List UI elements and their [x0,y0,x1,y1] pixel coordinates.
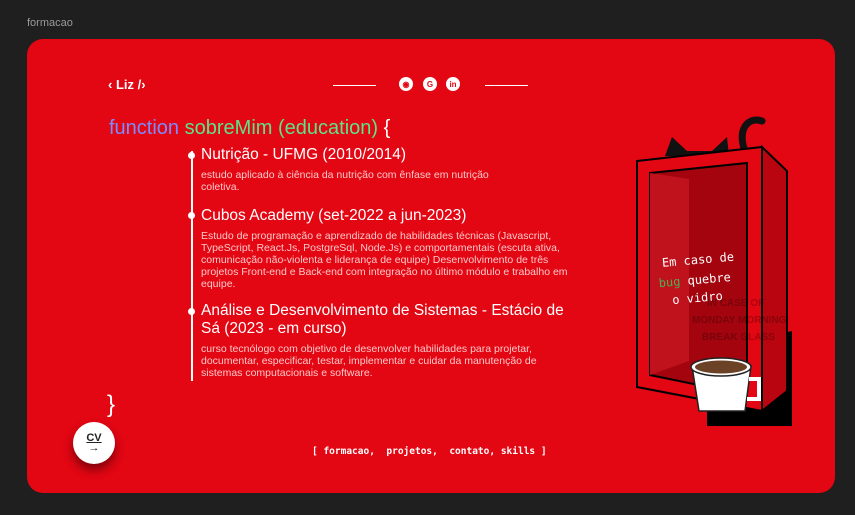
nav-contato[interactable]: contato [449,446,489,457]
bracket: ] [535,446,547,457]
divider [333,85,376,86]
nav-projetos[interactable]: projetos [386,446,432,457]
window-title: formacao [27,17,73,29]
cv-button[interactable]: CV → [73,422,115,464]
emergency-glass-box-illustration: IN CASE OF MONDAY MORNING BREAK GLASS Em… [636,116,792,426]
education-title: Nutrição - UFMG (2010/2014) [201,146,407,163]
education-description: Estudo de programação e aprendizado de h… [201,230,568,290]
bracket: [ [312,446,324,457]
education-description: curso tecnólogo com objetivo de desenvol… [201,343,537,379]
timeline-dot [188,152,195,159]
function-name: sobreMim [184,117,273,139]
svg-text:BREAK GLASS: BREAK GLASS [702,332,775,343]
arrow-right-icon: → [88,442,100,454]
google-icon[interactable]: G [423,77,437,91]
education-title: Cubos Academy (set-2022 a jun-2023) [201,207,467,224]
education-title: Análise e Desenvolvimento de Sistemas - … [201,302,564,337]
education-item: Análise e Desenvolvimento de Sistemas - … [201,302,581,379]
divider [485,85,528,86]
section-nav: [ formacao, projetos, contato, skills ] [312,446,547,457]
keyword: function [109,117,180,139]
timeline [191,151,193,381]
education-item: Cubos Academy (set-2022 a jun-2023) Estu… [201,207,581,290]
function-param: (education) [277,117,379,139]
close-brace: } [107,391,116,418]
svg-text:MONDAY MORNING: MONDAY MORNING [692,315,787,326]
linkedin-icon[interactable]: in [446,77,460,91]
page-title: function sobreMim (education) { [109,117,390,140]
logo[interactable]: ‹ Liz /› [108,77,146,92]
github-icon[interactable]: ◉ [399,77,413,91]
education-item: Nutrição - UFMG (2010/2014) estudo aplic… [201,146,581,193]
education-description: estudo aplicado à ciência da nutrição co… [201,169,489,193]
nav-formacao[interactable]: formacao [323,446,369,457]
open-brace: { [383,117,391,139]
nav-skills[interactable]: skills [501,446,535,457]
timeline-dot [188,308,195,315]
education-card: ‹ Liz /› ◉ G in function sobreMim (educa… [27,39,835,493]
timeline-dot [188,212,195,219]
